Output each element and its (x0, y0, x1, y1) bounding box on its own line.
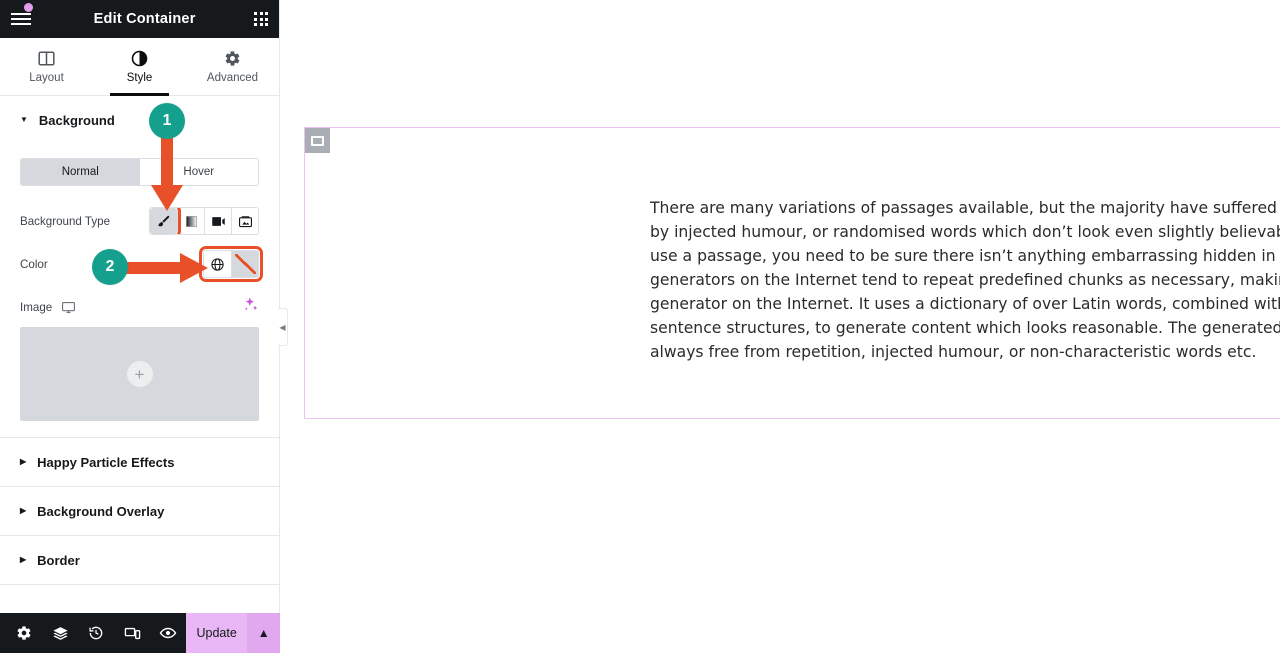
section-border-label: Border (37, 552, 80, 568)
navigator-layers-icon[interactable] (42, 613, 78, 653)
tab-advanced[interactable]: Advanced (186, 38, 279, 95)
settings-gear-icon[interactable] (6, 613, 42, 653)
panel-collapse-handle[interactable]: ◀ (278, 308, 288, 346)
responsive-devices-icon[interactable] (114, 613, 150, 653)
gear-icon (224, 49, 241, 67)
notification-dot-icon (24, 3, 33, 12)
update-button[interactable]: Update (186, 613, 248, 653)
background-type-row: Background Type (20, 204, 259, 238)
caret-right-icon: ▶ (20, 506, 27, 515)
background-image-label-group: Image (20, 300, 242, 315)
section-background-overlay[interactable]: ▶ Background Overlay (0, 487, 279, 535)
half-circle-contrast-icon (131, 49, 148, 67)
footer-icon-group (0, 613, 186, 653)
background-type-label: Background Type (20, 214, 111, 228)
tab-layout[interactable]: Layout (0, 38, 93, 95)
section-border[interactable]: ▶ Border (0, 536, 279, 584)
tab-style[interactable]: Style (93, 38, 186, 96)
divider (0, 584, 279, 585)
text-editor-paragraph[interactable]: There are many variations of passages av… (650, 196, 1280, 364)
background-type-slideshow[interactable] (231, 208, 258, 234)
annotation-badge-2: 2 (92, 249, 128, 285)
preview-canvas[interactable]: There are many variations of passages av… (280, 0, 1280, 653)
section-background-label: Background (38, 112, 115, 128)
annotation-arrow-2 (122, 253, 210, 283)
container-element[interactable]: There are many variations of passages av… (304, 127, 1280, 419)
caret-right-icon: ▶ (20, 457, 27, 466)
background-state-switch[interactable]: Normal Hover (20, 158, 259, 186)
section-background-overlay-label: Background Overlay (37, 503, 165, 519)
tab-advanced-label: Advanced (206, 72, 259, 84)
section-happy-particle-effects-label: Happy Particle Effects (37, 454, 175, 470)
ai-sparkles-icon[interactable] (242, 296, 259, 318)
tab-style-label: Style (126, 72, 153, 84)
video-camera-icon (211, 214, 226, 229)
image-slideshow-icon (238, 214, 253, 229)
state-normal[interactable]: Normal (21, 159, 140, 185)
gradient-square-icon (184, 214, 199, 229)
update-options-button[interactable]: ▲ (247, 613, 280, 653)
caret-right-icon: ▶ (20, 555, 27, 564)
chevron-left-icon: ◀ (279, 322, 286, 332)
page-title: Edit Container (93, 11, 196, 27)
annotation-badge-1: 1 (149, 103, 185, 139)
panel-header: Edit Container (0, 0, 279, 38)
editor-panel: Edit Container Layout Style Advanced ▼ B… (0, 0, 288, 653)
desktop-monitor-icon[interactable] (61, 300, 76, 315)
container-handle-icon[interactable] (305, 128, 330, 153)
background-image-row: Image (20, 290, 259, 324)
preview-eye-icon[interactable] (150, 613, 186, 653)
tab-layout-label: Layout (29, 72, 64, 84)
history-clock-icon[interactable] (78, 613, 114, 653)
background-section-body: Normal Hover Background Type Color Image… (0, 144, 279, 437)
paint-brush-icon (156, 214, 171, 229)
grid-apps-icon[interactable] (254, 12, 268, 26)
hamburger-menu-icon[interactable] (11, 3, 35, 30)
panel-tabs: Layout Style Advanced (0, 38, 279, 96)
layout-columns-icon (38, 49, 55, 67)
section-background[interactable]: ▼ Background (0, 96, 279, 144)
color-controls[interactable] (199, 246, 263, 282)
section-happy-particle-effects[interactable]: ▶ Happy Particle Effects (0, 438, 279, 486)
plus-icon[interactable]: + (126, 361, 153, 387)
caret-down-icon: ▼ (20, 115, 28, 124)
background-type-video[interactable] (204, 208, 231, 234)
background-type-gradient[interactable] (177, 208, 204, 234)
annotation-arrow-1 (151, 133, 183, 213)
elementor-editor-screen: Edit Container Layout Style Advanced ▼ B… (0, 0, 1280, 653)
color-swatch[interactable] (231, 251, 258, 277)
panel-footer: Update ▲ (0, 613, 280, 653)
background-image-dropzone[interactable]: + (20, 327, 259, 421)
chevron-up-icon: ▲ (257, 626, 270, 640)
background-image-label: Image (20, 300, 53, 314)
